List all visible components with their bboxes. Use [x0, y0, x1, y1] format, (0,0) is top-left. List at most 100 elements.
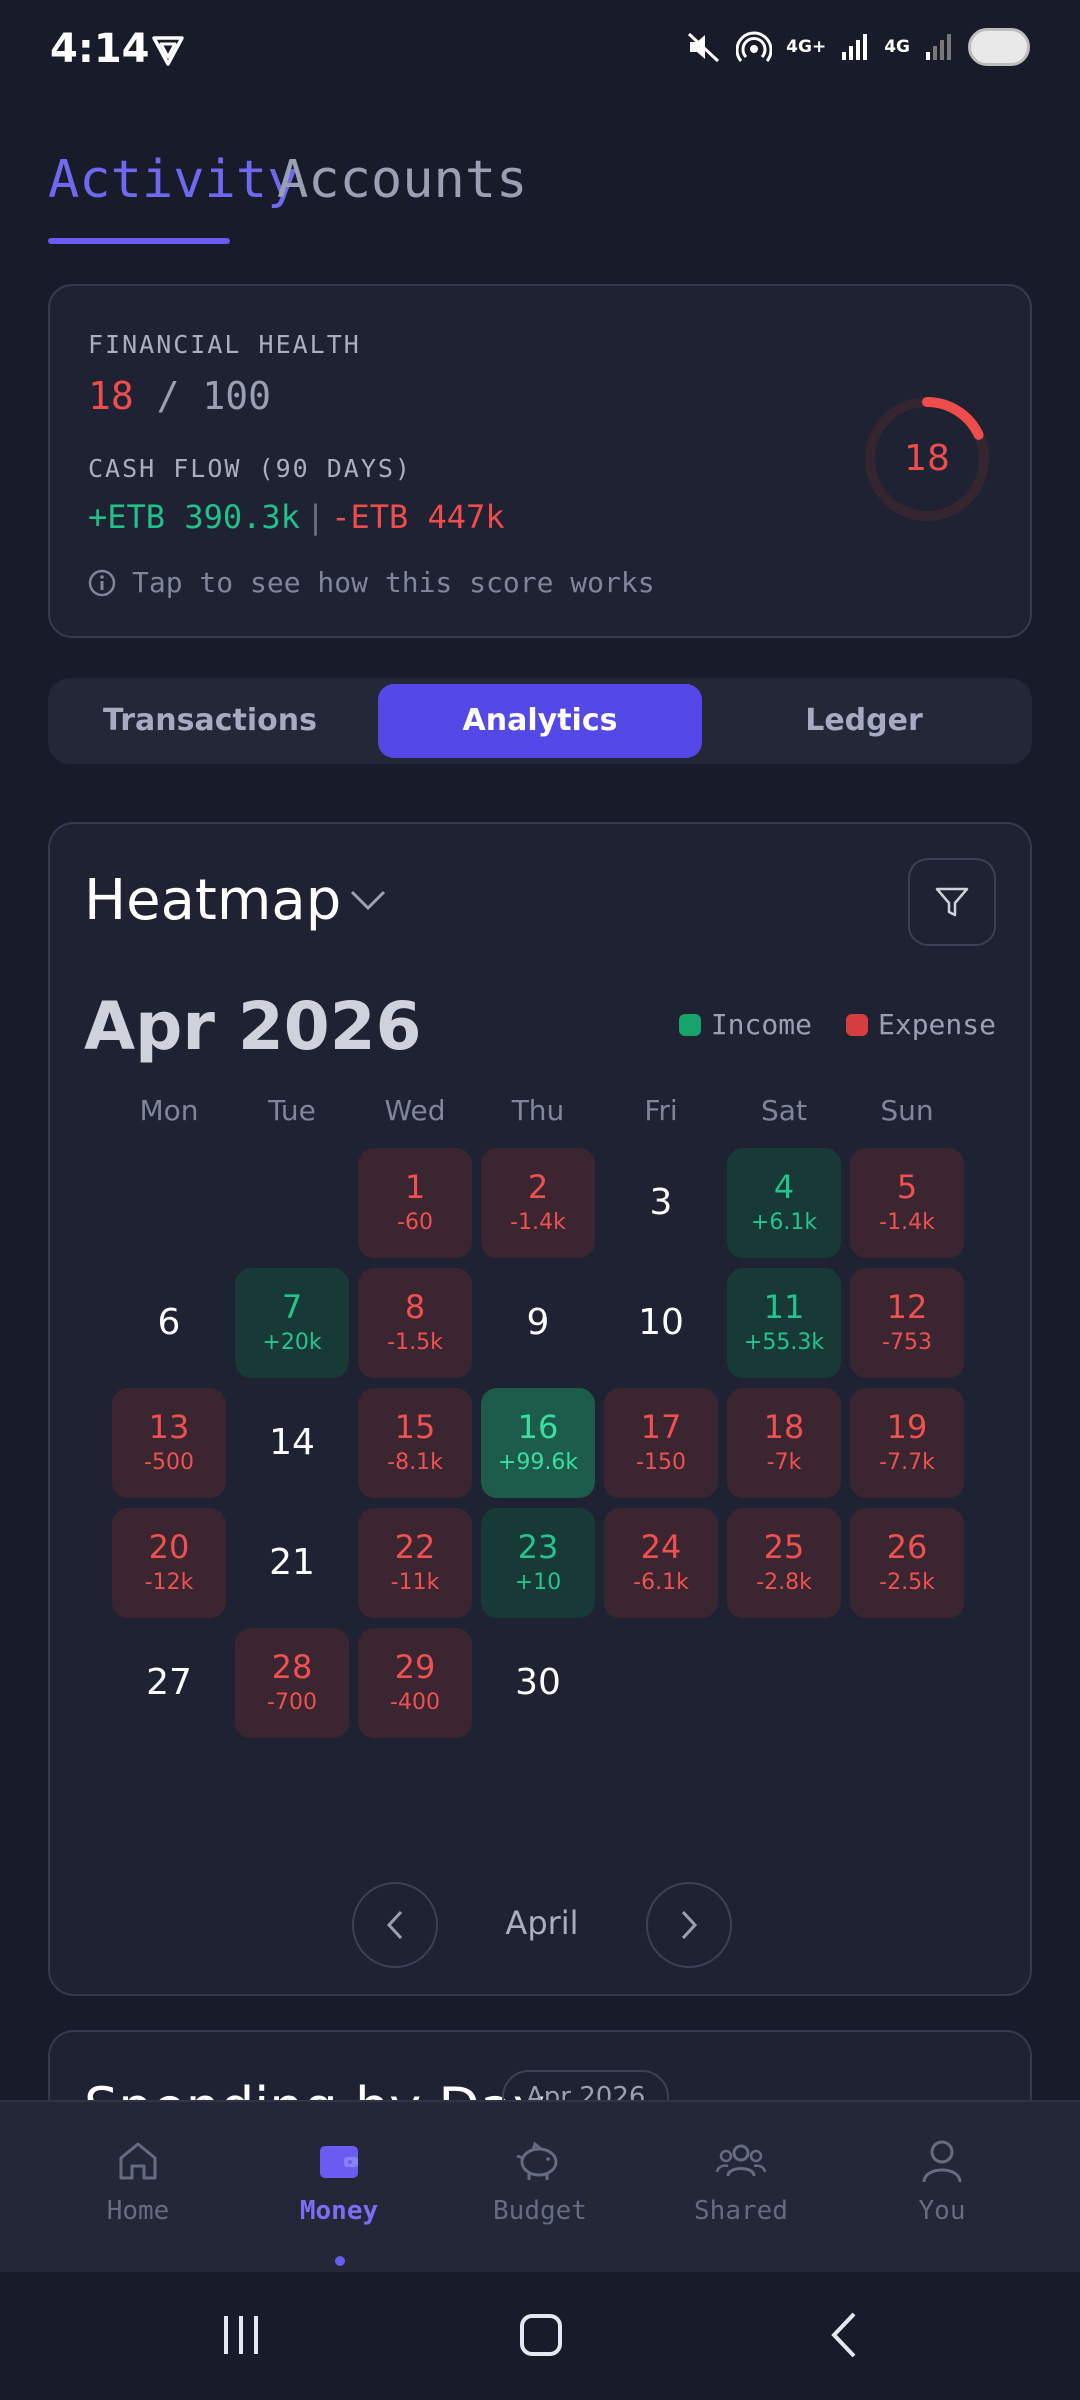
heatmap-day-cell[interactable]: 21 [235, 1508, 349, 1618]
hotspot-icon [736, 31, 773, 62]
heatmap-day-amount: -700 [267, 1690, 317, 1715]
heatmap-day-amount: +20k [262, 1330, 322, 1355]
tab-activity[interactable]: Activity [48, 150, 298, 210]
heatmap-day-number: 11 [763, 1288, 805, 1326]
heatmap-legend: Income Expense [678, 1008, 996, 1041]
heatmap-day-cell[interactable]: 14 [235, 1388, 349, 1498]
nav-shared[interactable]: Shared [641, 2136, 841, 2226]
heatmap-day-cell[interactable]: 23 +10 [481, 1508, 595, 1618]
users-icon [715, 2144, 767, 2177]
heatmap-day-cell[interactable]: 15 -8.1k [358, 1388, 472, 1498]
user-icon [922, 2140, 962, 2183]
nav-money[interactable]: Money [239, 2136, 439, 2226]
nav-money-label: Money [299, 2196, 379, 2226]
heatmap-day-cell[interactable]: 13 -500 [112, 1388, 226, 1498]
legend-income-swatch [678, 1013, 701, 1036]
filter-button[interactable] [908, 858, 996, 946]
heatmap-day-cell[interactable]: 10 [604, 1268, 718, 1378]
home-button-icon[interactable] [518, 2310, 564, 2360]
heatmap-day-cell[interactable]: 11 +55.3k [727, 1268, 841, 1378]
heatmap-day-amount: -2.8k [756, 1570, 812, 1595]
heatmap-day-cell[interactable]: 17 -150 [604, 1388, 718, 1498]
heatmap-day-number: 24 [640, 1528, 682, 1566]
recent-apps-icon[interactable] [218, 2310, 264, 2360]
heatmap-day-cell[interactable]: 26 -2.5k [850, 1508, 964, 1618]
heatmap-day-cell[interactable]: 19 -7.7k [850, 1388, 964, 1498]
health-score-max: / 100 [156, 374, 272, 418]
heatmap-day-cell[interactable]: 4 +6.1k [727, 1148, 841, 1258]
home-icon [119, 2142, 157, 2180]
heatmap-day-cell[interactable]: 25 -2.8k [727, 1508, 841, 1618]
legend-expense-swatch [845, 1013, 868, 1036]
heatmap-day-cell[interactable]: 27 [112, 1628, 226, 1738]
heatmap-day-number: 3 [649, 1182, 673, 1223]
heatmap-day-amount: -150 [636, 1450, 686, 1475]
heatmap-day-amount: -12k [144, 1570, 194, 1595]
month-pager: April [50, 1882, 1034, 1968]
heatmap-day-number: 9 [526, 1302, 550, 1343]
heatmap-day-cell[interactable]: 28 -700 [235, 1628, 349, 1738]
bottom-navigation: Home Money Budget Shared You [0, 2100, 1080, 2272]
score-info-text: Tap to see how this score works [132, 566, 655, 599]
network-type-1: 4G+ [786, 36, 827, 57]
heatmap-day-cell[interactable]: 7 +20k [235, 1268, 349, 1378]
heatmap-day-cell[interactable]: 8 -1.5k [358, 1268, 472, 1378]
battery-icon [968, 28, 1030, 66]
heatmap-day-cell[interactable]: 30 [481, 1628, 595, 1738]
heatmap-day-amount: +6.1k [750, 1210, 818, 1235]
weekday-label: Fri [644, 1094, 678, 1127]
segment-ledger[interactable]: Ledger [702, 684, 1026, 758]
back-icon[interactable] [822, 2310, 868, 2360]
heatmap-day-number: 5 [896, 1168, 918, 1206]
heatmap-day-cell[interactable]: 22 -11k [358, 1508, 472, 1618]
nav-you[interactable]: You [842, 2136, 1042, 2226]
mute-icon [688, 32, 720, 63]
heatmap-day-number: 2 [527, 1168, 549, 1206]
heatmap-day-cell[interactable]: 24 -6.1k [604, 1508, 718, 1618]
heatmap-day-number: 22 [394, 1528, 436, 1566]
heatmap-day-cell[interactable]: 5 -1.4k [850, 1148, 964, 1258]
heatmap-day-cell[interactable]: 9 [481, 1268, 595, 1378]
heatmap-day-cell[interactable]: 12 -753 [850, 1268, 964, 1378]
heatmap-day-cell[interactable]: 20 -12k [112, 1508, 226, 1618]
heatmap-day-cell[interactable]: 16 +99.6k [481, 1388, 595, 1498]
heatmap-day-number: 15 [394, 1408, 436, 1446]
tab-accounts[interactable]: Accounts [277, 150, 527, 210]
weekday-label: Mon [139, 1094, 199, 1127]
segment-analytics[interactable]: Analytics [378, 684, 702, 758]
heatmap-day-number: 30 [515, 1662, 561, 1703]
nav-shared-label: Shared [694, 2196, 788, 2226]
heatmap-day-cell[interactable]: 29 -400 [358, 1628, 472, 1738]
nav-budget[interactable]: Budget [440, 2136, 640, 2226]
heatmap-day-amount: -60 [397, 1210, 433, 1235]
active-nav-dot [335, 2256, 345, 2266]
chevron-down-icon[interactable] [348, 886, 388, 914]
status-time: 4:14 [50, 26, 150, 72]
cashflow-expense: -ETB 447k [331, 498, 505, 536]
heatmap-day-number: 23 [517, 1528, 559, 1566]
next-month-button[interactable] [646, 1882, 732, 1968]
heatmap-day-cell[interactable]: 6 [112, 1268, 226, 1378]
financial-health-card[interactable]: FINANCIAL HEALTH 18 / 100 CASH FLOW (90 … [48, 284, 1032, 638]
heatmap-title[interactable]: Heatmap [84, 868, 341, 933]
heatmap-day-cell[interactable]: 2 -1.4k [481, 1148, 595, 1258]
heatmap-day-cell[interactable]: 1 -60 [358, 1148, 472, 1258]
cashflow-separator: | [305, 498, 326, 536]
heatmap-day-amount: -400 [390, 1690, 440, 1715]
heatmap-day-amount: +55.3k [743, 1330, 825, 1355]
heatmap-day-number: 28 [271, 1648, 313, 1686]
previous-month-button[interactable] [352, 1882, 438, 1968]
signal-weak-icon [926, 34, 951, 60]
score-info-hint[interactable]: Tap to see how this score works [88, 566, 655, 599]
nav-home[interactable]: Home [38, 2136, 238, 2226]
heatmap-card: Heatmap Apr 2026 Income Expense Mon Tue We… [48, 822, 1032, 1996]
segment-transactions[interactable]: Transactions [48, 684, 372, 758]
chevron-left-icon [386, 1910, 403, 1940]
heatmap-day-number: 8 [404, 1288, 426, 1326]
cashflow-values: +ETB 390.3k | -ETB 447k [88, 498, 505, 536]
heatmap-day-cell[interactable]: 3 [604, 1148, 718, 1258]
active-tab-indicator [48, 238, 230, 244]
financial-health-label: FINANCIAL HEALTH [88, 330, 361, 359]
heatmap-day-cell[interactable]: 18 -7k [727, 1388, 841, 1498]
heatmap-day-number: 10 [638, 1302, 684, 1343]
